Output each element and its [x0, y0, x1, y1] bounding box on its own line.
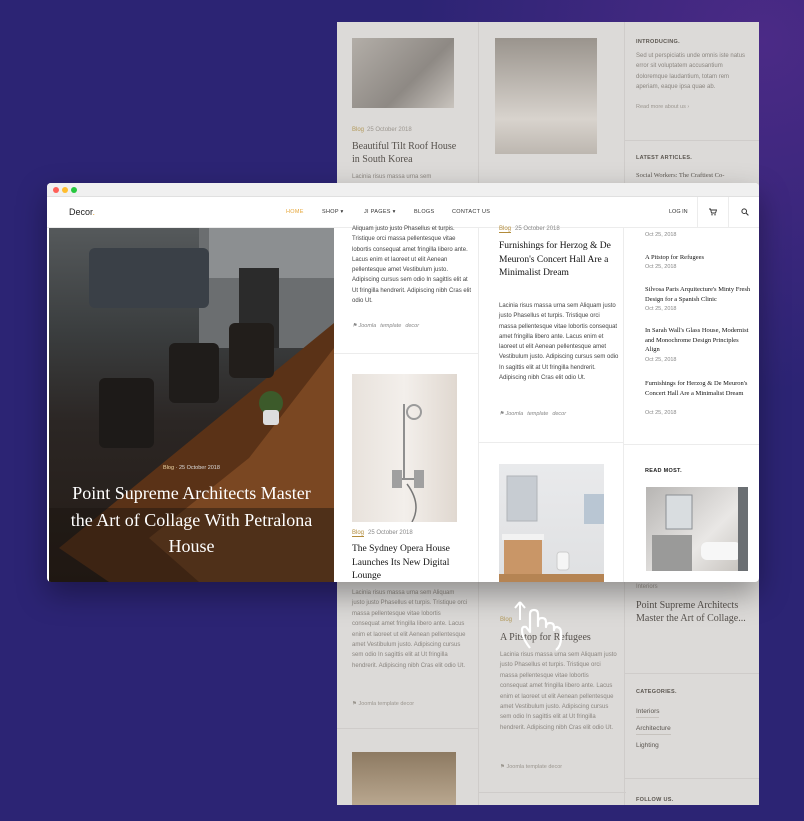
tag-link[interactable]: Joomla	[358, 701, 376, 707]
divider	[479, 442, 624, 443]
divider	[479, 792, 626, 793]
read-most-title[interactable]: Point Supreme Architects Master the Art …	[636, 599, 748, 625]
cart-button[interactable]	[697, 197, 728, 227]
divider	[625, 778, 759, 779]
follow-heading: FOLLOW US.	[636, 797, 674, 803]
tag-link[interactable]: Joomla	[506, 764, 524, 770]
tag-link[interactable]: decor	[552, 411, 566, 417]
post-excerpt: Lacinia risus massa urna sem Aliquam jus…	[499, 303, 619, 382]
tag-link[interactable]: template	[526, 764, 547, 770]
post-date: 25 October 2018	[367, 127, 412, 133]
tag-link[interactable]: template	[378, 701, 399, 707]
post-meta: Blog 25 October 2018	[499, 226, 560, 233]
category-interiors[interactable]: Interiors	[636, 708, 660, 718]
window-titlebar	[47, 183, 759, 197]
article-date: Oct 25, 2018	[645, 410, 677, 416]
category-architecture[interactable]: Architecture	[636, 725, 671, 735]
divider	[625, 140, 759, 141]
category-link[interactable]: Blog	[352, 127, 364, 133]
hand-scroll-icon	[514, 601, 563, 651]
nav-home[interactable]: HOME	[286, 209, 304, 215]
cart-icon	[709, 208, 717, 216]
post-meta: Blog 25 October 2018	[352, 530, 413, 537]
read-most-heading: READ MOST.	[645, 468, 682, 474]
latest-article-link[interactable]: Furnishings for Herzog & De Meuron's Con…	[645, 379, 753, 398]
post-image-bathtub[interactable]	[495, 38, 597, 154]
login-link[interactable]: LOG IN	[659, 197, 697, 227]
close-window-dot[interactable]	[53, 187, 59, 193]
article-date: Oct 25, 2018	[645, 232, 677, 238]
posts-column-a: Aliquam justo justo Phasellus et turpis.…	[334, 226, 479, 582]
latest-article-link[interactable]: Social Workers: The Craftiest Co-	[636, 170, 751, 181]
sidebar: Oct 25, 2018 A Pitstop for Refugees Oct …	[624, 228, 759, 582]
hero-meta: Blog · 25 October 2018	[163, 465, 220, 471]
search-button[interactable]	[728, 197, 759, 227]
category-link[interactable]: Blog	[163, 465, 174, 471]
latest-heading: LATEST ARTICLES.	[636, 155, 693, 161]
read-most-category[interactable]: Interiors	[636, 584, 658, 590]
post-date: 25 October 2018	[515, 226, 560, 232]
posts-column-b: Blog 25 October 2018 Furnishings for Herz…	[479, 226, 624, 582]
chevron-down-icon: ▾	[392, 209, 396, 215]
post-tags: ⚑ Joomla template decor	[352, 701, 414, 707]
post-image-shower[interactable]	[352, 374, 457, 523]
post-tags: ⚑ Joomla template decor	[352, 323, 423, 329]
bathroom-illustration	[652, 487, 748, 571]
post-title[interactable]: Beautiful Tilt Roof House in South Korea	[352, 140, 464, 166]
read-most-image[interactable]	[646, 487, 748, 571]
categories-heading: CATEGORIES.	[636, 689, 677, 695]
hero-title[interactable]: Point Supreme Architects Master the Art …	[69, 480, 314, 560]
category-link[interactable]: Blog	[499, 226, 512, 233]
shower-illustration	[392, 404, 424, 523]
post-image-bathroom[interactable]	[499, 464, 604, 582]
tag-link[interactable]: decor	[548, 764, 562, 770]
post-tags: ⚑ Joomla template decor	[499, 411, 570, 417]
latest-article-link[interactable]: Silvosa Paris Arquitecture's Minty Fresh…	[645, 285, 753, 304]
post-excerpt: Lacinia risus massa urna sem Aliquam jus…	[352, 590, 468, 669]
post-date: 25 October 2018	[178, 465, 220, 471]
latest-article-link[interactable]: A Pitstop for Refugees	[645, 253, 753, 263]
nav-blogs[interactable]: BLOGS	[414, 209, 434, 215]
post-excerpt: Lacinia risus massa urna sem Aliquam jus…	[500, 652, 617, 731]
tag-link[interactable]: Joomla	[358, 323, 376, 329]
post-excerpt: Lacinia risus massa urna sem	[352, 174, 432, 180]
read-more-link[interactable]: Read more about us ›	[636, 104, 689, 110]
divider	[337, 728, 478, 729]
post-date: 25 October 2018	[368, 530, 413, 536]
post-tags: ⚑ Joomla template decor	[500, 764, 562, 770]
article-date: Oct 25, 2018	[645, 264, 677, 270]
nav-shop[interactable]: SHOP ▾	[322, 209, 344, 215]
tag-link[interactable]: template	[527, 411, 548, 417]
maximize-window-dot[interactable]	[71, 187, 77, 193]
divider	[625, 673, 759, 674]
minimize-window-dot[interactable]	[62, 187, 68, 193]
post-title[interactable]: The Sydney Opera House Launches Its New …	[352, 543, 470, 582]
bathroom-illustration	[499, 475, 604, 582]
nav-ji-pages[interactable]: JI PAGES ▾	[364, 209, 396, 215]
post-excerpt: Aliquam justo justo Phasellus et turpis.…	[352, 226, 472, 305]
divider	[334, 353, 479, 354]
intro-text: Sed ut perspiciatis unde omnis iste natu…	[636, 53, 746, 91]
browser-window: Decor. HOME SHOP ▾ JI PAGES ▾ BLOGS CONT…	[47, 183, 759, 582]
post-image-interior[interactable]	[352, 752, 456, 805]
category-link[interactable]: Blog	[352, 530, 365, 537]
featured-post-hero[interactable]: Blog · 25 October 2018 Point Supreme Arc…	[49, 228, 334, 582]
post-image-bathroom[interactable]	[352, 38, 454, 108]
post-title[interactable]: Furnishings for Herzog & De Meuron's Con…	[499, 240, 611, 281]
tag-link[interactable]: Joomla	[505, 411, 523, 417]
category-lighting[interactable]: Lighting	[636, 742, 659, 751]
latest-article-link[interactable]: In Sarah Wall's Glass House, Modernist a…	[645, 326, 753, 355]
post-meta: Blog 25 October 2018	[352, 127, 412, 133]
tag-link[interactable]: decor	[405, 323, 419, 329]
article-date: Oct 25, 2018	[645, 357, 677, 363]
chevron-down-icon: ▾	[340, 209, 344, 215]
article-date: Oct 25, 2018	[645, 306, 677, 312]
tag-link[interactable]: template	[380, 323, 401, 329]
search-icon	[741, 208, 749, 216]
divider	[624, 444, 759, 445]
nav-contact-us[interactable]: CONTACT US	[452, 209, 490, 215]
intro-heading: INTRODUCING.	[636, 39, 680, 45]
site-logo[interactable]: Decor.	[69, 207, 95, 217]
tag-link[interactable]: decor	[400, 701, 414, 707]
